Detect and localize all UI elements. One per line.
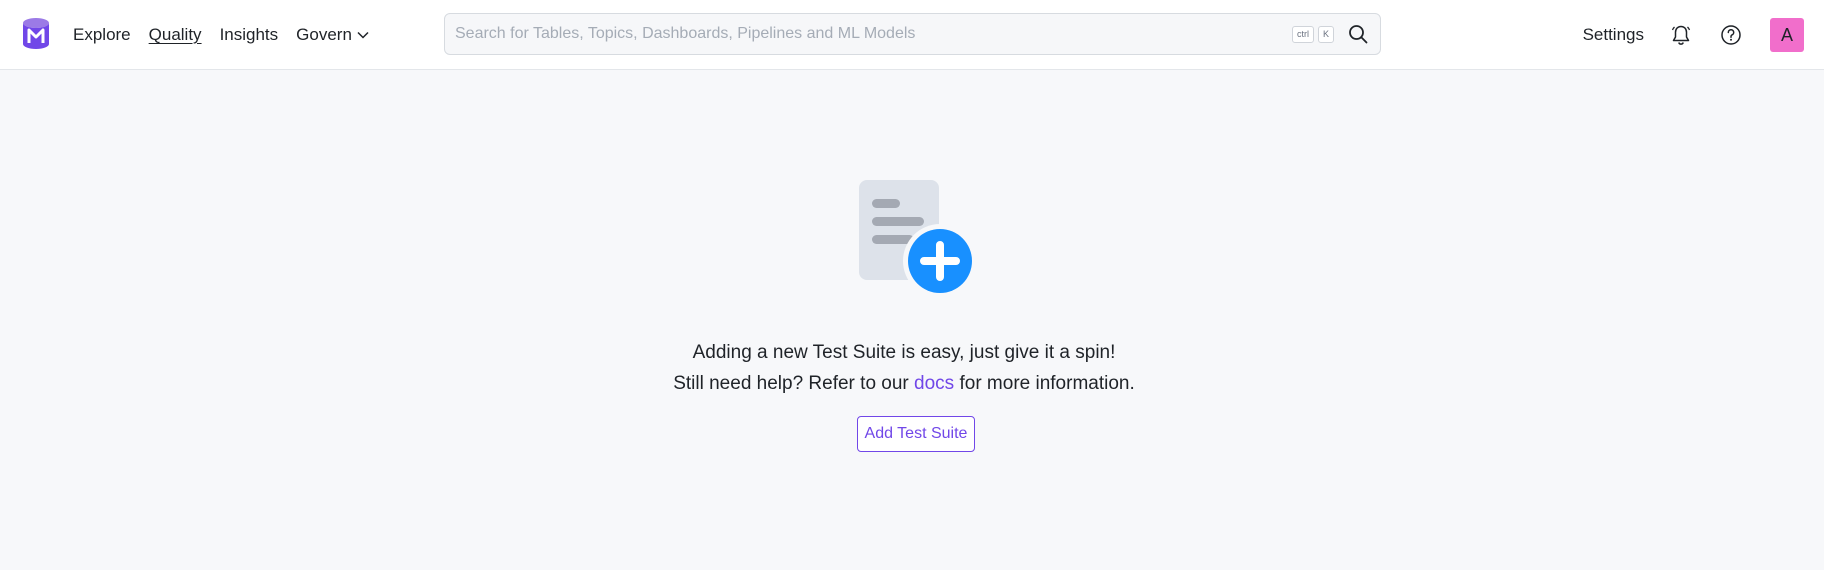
nav-govern-dropdown[interactable]: Govern xyxy=(296,25,370,45)
top-navbar: Explore Quality Insights Govern ctrl K S… xyxy=(0,0,1824,70)
shortcut-key-ctrl: ctrl xyxy=(1291,25,1314,43)
search-input[interactable] xyxy=(445,13,1292,55)
add-document-icon xyxy=(859,180,974,295)
user-avatar[interactable]: A xyxy=(1770,18,1804,52)
chevron-down-icon xyxy=(357,31,369,39)
nav-explore-label: Explore xyxy=(73,25,131,44)
nav-insights[interactable]: Insights xyxy=(220,25,279,45)
avatar-initial: A xyxy=(1780,24,1793,45)
main-nav: Explore Quality Insights Govern xyxy=(73,0,388,70)
help-suffix: for more information. xyxy=(959,373,1135,394)
nav-quality-label: Quality xyxy=(148,25,202,44)
nav-quality[interactable]: Quality xyxy=(149,25,202,45)
add-test-suite-button[interactable]: Add Test Suite xyxy=(857,416,975,452)
nav-insights-label: Insights xyxy=(219,25,279,44)
bell-icon[interactable] xyxy=(1670,24,1692,46)
help-prefix: Still need help? Refer to our xyxy=(673,373,909,394)
empty-state-help: Still need help? Refer to our docs for m… xyxy=(0,373,1816,395)
shortcut-key-k: K xyxy=(1317,25,1334,43)
empty-state-message: Adding a new Test Suite is easy, just gi… xyxy=(692,342,1116,363)
openmetadata-logo-icon[interactable] xyxy=(20,17,52,51)
help-icon[interactable] xyxy=(1720,24,1742,46)
docs-link[interactable]: docs xyxy=(914,373,954,394)
nav-explore[interactable]: Explore xyxy=(73,25,131,45)
header-actions: Settings A xyxy=(1583,0,1824,70)
nav-govern-label: Govern xyxy=(296,25,352,44)
settings-link[interactable]: Settings xyxy=(1583,25,1644,45)
search-icon[interactable] xyxy=(1348,24,1368,44)
global-search-bar: ctrl K xyxy=(444,13,1381,55)
